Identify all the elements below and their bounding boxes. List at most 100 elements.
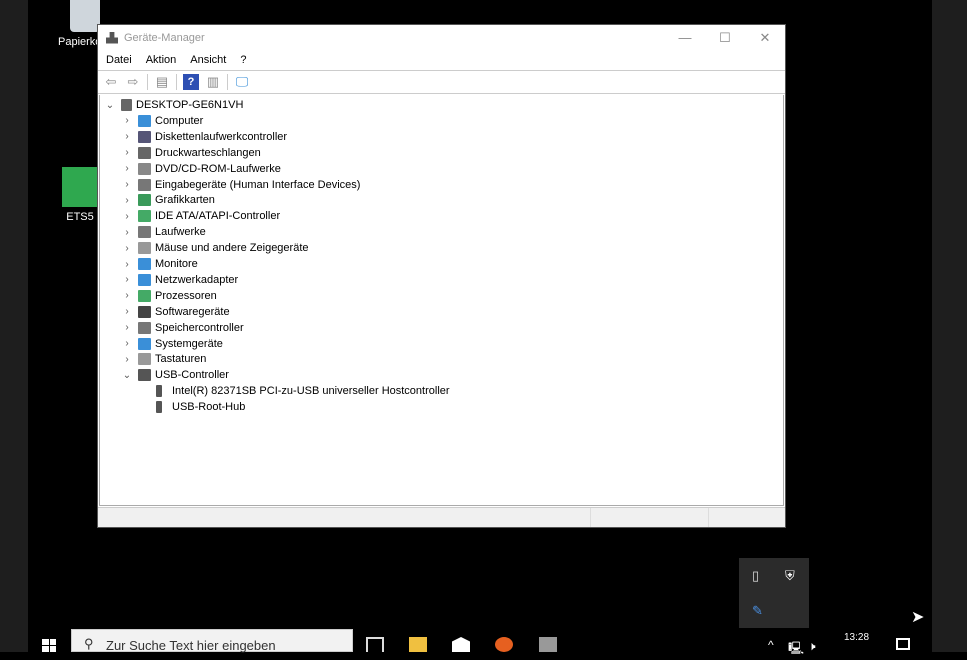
device-category-icon <box>138 242 151 255</box>
tree-category[interactable]: › Tastaturen <box>122 351 206 367</box>
show-hide-console-tree-icon[interactable]: ▤ <box>154 74 170 90</box>
chevron-right-icon[interactable]: › <box>122 147 132 158</box>
title-bar: Geräte-Manager — ☐ ✕ <box>98 25 785 50</box>
toolbar-separator <box>227 74 228 90</box>
desktop-left-strip <box>0 0 28 652</box>
tree-category[interactable]: › Laufwerke <box>122 224 206 240</box>
usb-eject-icon[interactable]: ▯ <box>752 568 759 584</box>
desktop-icon-ets5[interactable]: ETS5 <box>62 167 98 223</box>
chevron-right-icon[interactable]: › <box>122 322 132 333</box>
maximize-button[interactable]: ☐ <box>705 25 745 50</box>
chevron-right-icon[interactable]: › <box>122 211 132 222</box>
tree-category[interactable]: › Grafikkarten <box>122 192 215 208</box>
clock[interactable]: 13:28 <box>844 632 869 643</box>
device-category-icon <box>138 130 151 143</box>
action-pane-icon[interactable]: ▥ <box>205 74 221 90</box>
device-category-icon <box>138 226 151 239</box>
device-category-icon <box>138 353 151 366</box>
device-tree: ⌄ DESKTOP-GE6N1VH › Computer › Diskettenlau… <box>99 95 784 506</box>
device-category-icon <box>138 273 151 286</box>
mouse-cursor-icon: ➤ <box>911 609 925 626</box>
help-icon[interactable]: ? <box>183 74 199 90</box>
chevron-right-icon[interactable]: › <box>122 131 132 142</box>
back-arrow-icon[interactable]: ⇦ <box>103 74 119 90</box>
device-category-icon <box>138 258 151 270</box>
chevron-down-icon[interactable]: ⌄ <box>122 370 132 381</box>
menu-aktion[interactable]: Aktion <box>146 54 177 66</box>
device-category-icon <box>138 289 151 302</box>
notifications-icon[interactable] <box>896 638 910 650</box>
usb-device[interactable]: USB-Root-Hub <box>156 399 245 415</box>
chevron-right-icon[interactable]: › <box>122 227 132 238</box>
device-category-icon <box>138 146 151 159</box>
tree-category[interactable]: › Mäuse und andere Zeigegeräte <box>122 240 309 256</box>
device-category-icon <box>138 369 151 382</box>
firefox-icon[interactable] <box>495 637 513 652</box>
tree-category[interactable]: › Systemgeräte <box>122 336 223 352</box>
status-bar <box>98 507 785 527</box>
forward-arrow-icon[interactable]: ⇨ <box>125 74 141 90</box>
chevron-right-icon[interactable]: › <box>122 259 132 270</box>
chevron-right-icon[interactable]: › <box>122 195 132 206</box>
chevron-right-icon[interactable]: › <box>122 179 132 190</box>
security-warning-icon[interactable]: ⛨ <box>785 568 795 584</box>
tree-category[interactable]: ⌄ USB-Controller <box>122 367 229 383</box>
menu-datei[interactable]: Datei <box>106 54 132 66</box>
menu-help[interactable]: ? <box>240 54 246 66</box>
device-category-icon <box>138 305 151 318</box>
tree-category[interactable]: › Druckwarteschlangen <box>122 145 261 161</box>
close-button[interactable]: ✕ <box>745 25 785 50</box>
menu-bar: Datei Aktion Ansicht ? <box>98 50 785 70</box>
status-pane <box>591 508 709 527</box>
task-view-icon[interactable] <box>366 637 384 652</box>
ets5-icon <box>62 167 98 207</box>
tree-category[interactable]: › Netzwerkadapter <box>122 272 238 288</box>
chevron-right-icon[interactable]: › <box>122 290 132 301</box>
tree-category[interactable]: › Diskettenlaufwerkcontroller <box>122 129 287 145</box>
network-tool-icon[interactable]: ✎ <box>752 603 763 619</box>
recycle-bin-icon <box>69 0 100 32</box>
status-pane <box>709 508 785 527</box>
tray-overflow-panel: ▯ ⛨ ✎ <box>739 558 809 628</box>
status-pane <box>98 508 591 527</box>
tree-category[interactable]: › Softwaregeräte <box>122 304 230 320</box>
device-manager-icon <box>106 31 118 44</box>
device-category-icon <box>138 178 151 191</box>
device-category-icon <box>138 337 151 350</box>
chevron-right-icon[interactable]: › <box>122 354 132 365</box>
device-category-icon <box>138 321 151 334</box>
chevron-right-icon[interactable]: › <box>122 243 132 254</box>
device-category-icon <box>138 114 151 127</box>
chevron-right-icon[interactable]: › <box>122 306 132 317</box>
device-manager-window: Geräte-Manager — ☐ ✕ Datei Aktion Ansich… <box>97 24 786 528</box>
chevron-right-icon[interactable]: › <box>122 115 132 126</box>
tree-category[interactable]: › Computer <box>122 113 203 129</box>
start-button[interactable] <box>42 639 56 652</box>
tree-category[interactable]: › DVD/CD-ROM-Laufwerke <box>122 161 281 177</box>
usb-device[interactable]: Intel(R) 82371SB PCI-zu-USB universeller… <box>156 383 450 399</box>
usb-icon <box>156 401 162 414</box>
minimize-button[interactable]: — <box>665 25 705 50</box>
computer-network-icon <box>121 99 132 111</box>
file-explorer-icon[interactable] <box>409 637 427 652</box>
device-category-icon <box>138 162 151 175</box>
tree-root[interactable]: ⌄ DESKTOP-GE6N1VH <box>105 97 243 113</box>
tree-category[interactable]: › Prozessoren <box>122 288 217 304</box>
menu-ansicht[interactable]: Ansicht <box>190 54 226 66</box>
chevron-right-icon[interactable]: › <box>122 338 132 349</box>
chevron-right-icon[interactable]: › <box>122 274 132 285</box>
network-status-icon[interactable]: 🖳 <box>788 639 804 660</box>
chevron-down-icon[interactable]: ⌄ <box>105 100 115 111</box>
toolbar-separator <box>147 74 148 90</box>
tree-category[interactable]: › IDE ATA/ATAPI-Controller <box>122 208 280 224</box>
chevron-right-icon[interactable]: › <box>122 163 132 174</box>
tree-category[interactable]: › Eingabegeräte (Human Interface Devices) <box>122 177 360 193</box>
chevron-up-icon[interactable]: ^ <box>768 638 774 652</box>
tree-category[interactable]: › Monitore <box>122 256 198 272</box>
device-category-icon <box>138 210 151 223</box>
usb-icon <box>156 385 162 398</box>
network-app-icon[interactable] <box>539 637 557 652</box>
tree-category[interactable]: › Speichercontroller <box>122 320 244 336</box>
search-input[interactable]: ⚲ Zur Suche Text hier eingeben <box>71 629 353 653</box>
scan-hardware-icon[interactable]: 🖵 <box>234 74 250 90</box>
